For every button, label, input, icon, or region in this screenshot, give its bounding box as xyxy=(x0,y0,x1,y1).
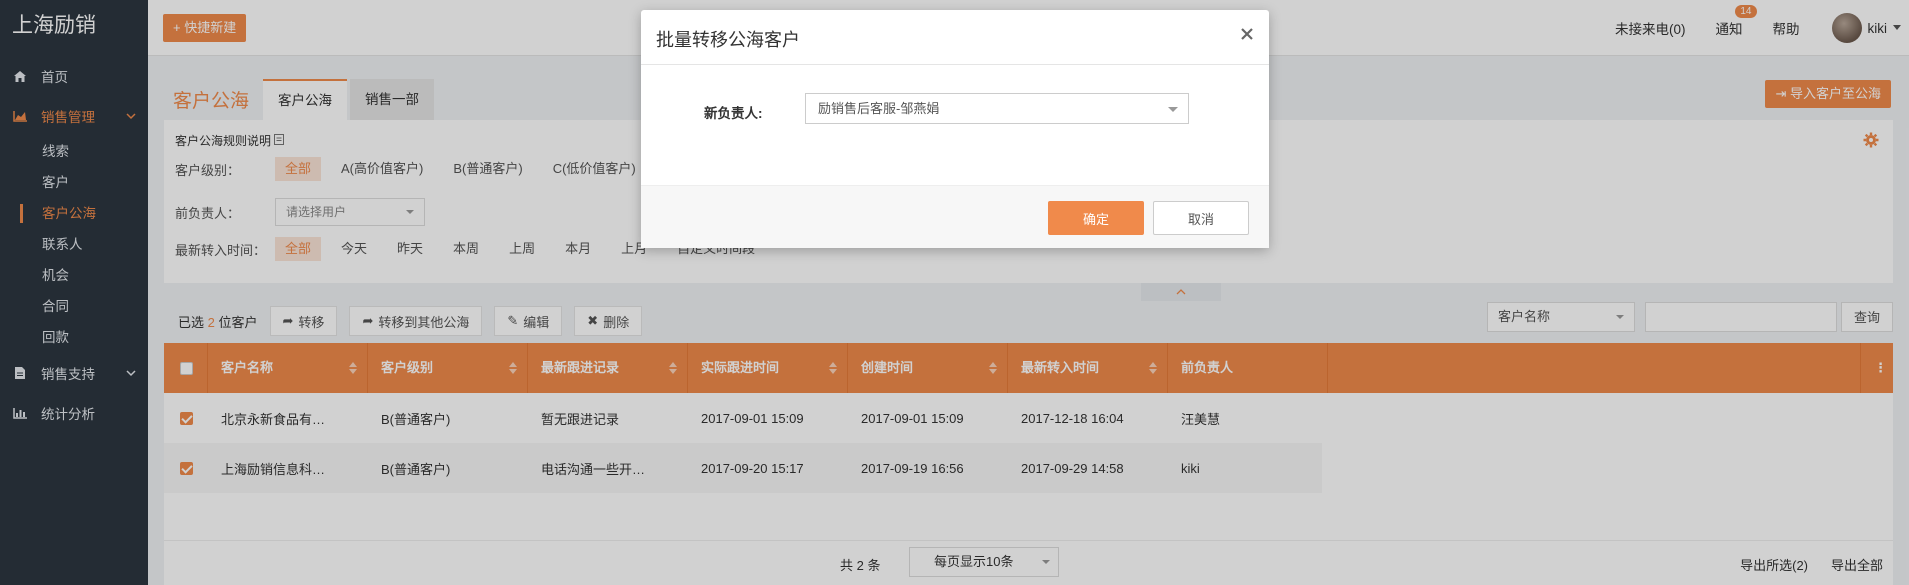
dialog-title: 批量转移公海客户 xyxy=(656,30,800,50)
confirm-button[interactable]: 确定 xyxy=(1048,201,1144,235)
new-owner-select[interactable]: 励销售后客服-邹燕娟 xyxy=(805,93,1189,124)
cancel-button[interactable]: 取消 xyxy=(1153,201,1249,235)
batch-transfer-dialog: 批量转移公海客户 新负责人: 励销售后客服-邹燕娟 确定 取消 xyxy=(641,10,1269,248)
dialog-body: 新负责人: 励销售后客服-邹燕娟 xyxy=(641,65,1269,195)
new-owner-label: 新负责人: xyxy=(704,106,763,121)
close-icon[interactable] xyxy=(1237,24,1257,44)
dialog-header: 批量转移公海客户 xyxy=(641,10,1269,65)
dialog-footer: 确定 取消 xyxy=(641,185,1269,248)
